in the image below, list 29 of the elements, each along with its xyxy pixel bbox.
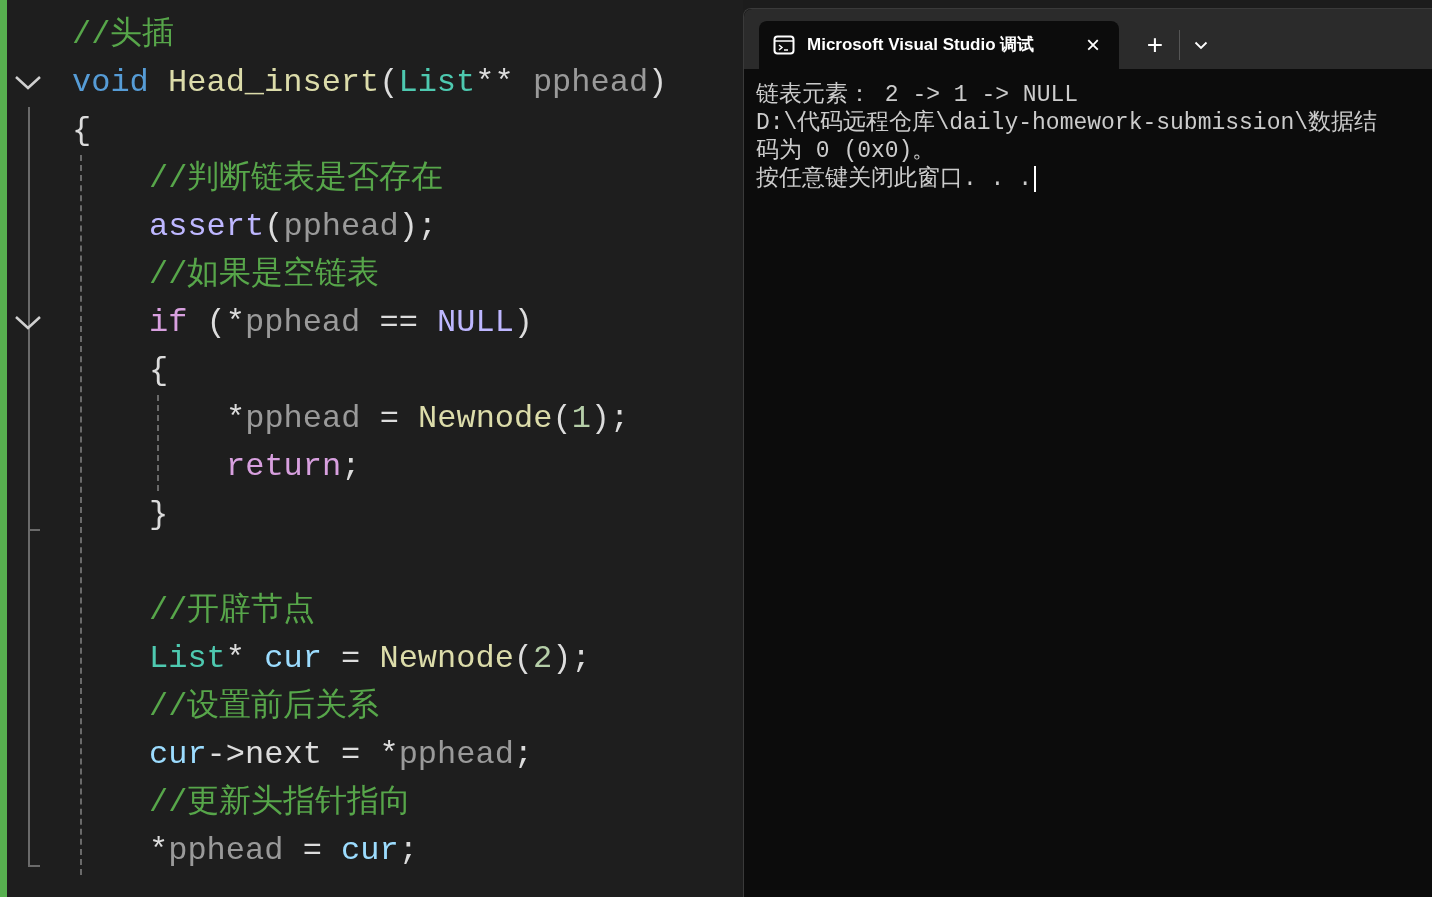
tab-title: Microsoft Visual Studio 调试 — [807, 34, 1036, 57]
terminal-icon — [773, 35, 795, 55]
code-comment: //更新头指针指向 — [149, 783, 412, 823]
new-tab-button[interactable]: + — [1137, 27, 1173, 63]
code-comment: //如果是空链表 — [149, 255, 380, 295]
close-tab-button[interactable]: × — [1081, 33, 1105, 57]
code-line: cur->next = *pphead; — [149, 735, 534, 775]
code-line: void Head_insert(List** pphead) — [72, 63, 668, 103]
code-comment: //判断链表是否存在 — [149, 159, 444, 199]
chevron-down-icon[interactable] — [14, 74, 42, 92]
code-line: } — [149, 495, 169, 535]
code-line: List* cur = Newnode(2); — [149, 639, 591, 679]
terminal-output-line: 链表元素： 2 -> 1 -> NULL — [756, 81, 1079, 109]
code-line: { — [149, 351, 169, 391]
code-line: assert(pphead); — [149, 207, 438, 247]
terminal-tab[interactable]: Microsoft Visual Studio 调试 × — [759, 21, 1119, 69]
terminal-output-line: D:\代码远程仓库\daily-homework-submission\数据结 — [756, 109, 1378, 137]
code-line: if (*pphead == NULL) — [149, 303, 534, 343]
code-line: { — [72, 111, 92, 151]
chevron-down-icon — [1194, 40, 1208, 50]
code-line: return; — [226, 447, 361, 487]
code-line: *pphead = cur; — [149, 831, 418, 871]
code-comment: //开辟节点 — [149, 591, 316, 631]
chevron-down-icon[interactable] — [14, 314, 42, 332]
code-comment: //设置前后关系 — [149, 687, 380, 727]
terminal-output-line: 按任意键关闭此窗口. . . — [756, 165, 1032, 193]
terminal-output-line: 码为 0 (0x0)。 — [756, 137, 936, 165]
code-line: *pphead = Newnode(1); — [226, 399, 630, 439]
code-comment: //头插 — [72, 15, 175, 55]
